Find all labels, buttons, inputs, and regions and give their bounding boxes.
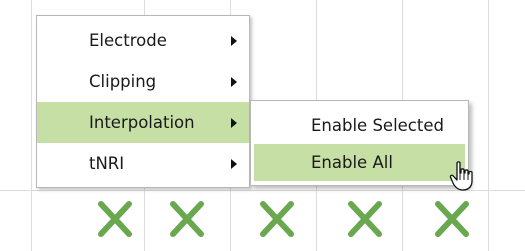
submenu-item-enable-all[interactable]: Enable All: [254, 144, 465, 181]
x-mark-icon[interactable]: [257, 196, 297, 242]
menu-item-label: Electrode: [89, 31, 167, 50]
menu-item-label: Clipping: [89, 72, 157, 91]
menu-item-clipping[interactable]: Clipping: [37, 61, 249, 102]
submenu-arrow-icon: [231, 77, 237, 87]
x-mark-icon[interactable]: [167, 196, 207, 242]
menu-item-label: tNRI: [89, 154, 125, 173]
interpolation-submenu: Enable Selected Enable All: [250, 100, 469, 186]
x-mark-icon[interactable]: [95, 196, 135, 242]
menu-item-label: Interpolation: [89, 113, 195, 132]
submenu-item-label: Enable Selected: [311, 116, 444, 135]
submenu-item-enable-selected[interactable]: Enable Selected: [254, 107, 465, 144]
menu-item-electrode[interactable]: Electrode: [37, 20, 249, 61]
hand-pointer-icon: [449, 161, 473, 191]
submenu-arrow-icon: [231, 36, 237, 46]
grid-line: [0, 190, 525, 191]
x-mark-icon[interactable]: [432, 196, 472, 242]
menu-item-interpolation[interactable]: Interpolation: [37, 102, 249, 143]
marker-row: [0, 196, 525, 246]
submenu-arrow-icon: [231, 118, 237, 128]
menu-item-tnri[interactable]: tNRI: [37, 143, 249, 184]
submenu-item-label: Enable All: [311, 153, 393, 172]
context-menu: Electrode Clipping Interpolation tNRI: [36, 15, 250, 188]
submenu-arrow-icon: [231, 159, 237, 169]
x-mark-icon[interactable]: [345, 196, 385, 242]
